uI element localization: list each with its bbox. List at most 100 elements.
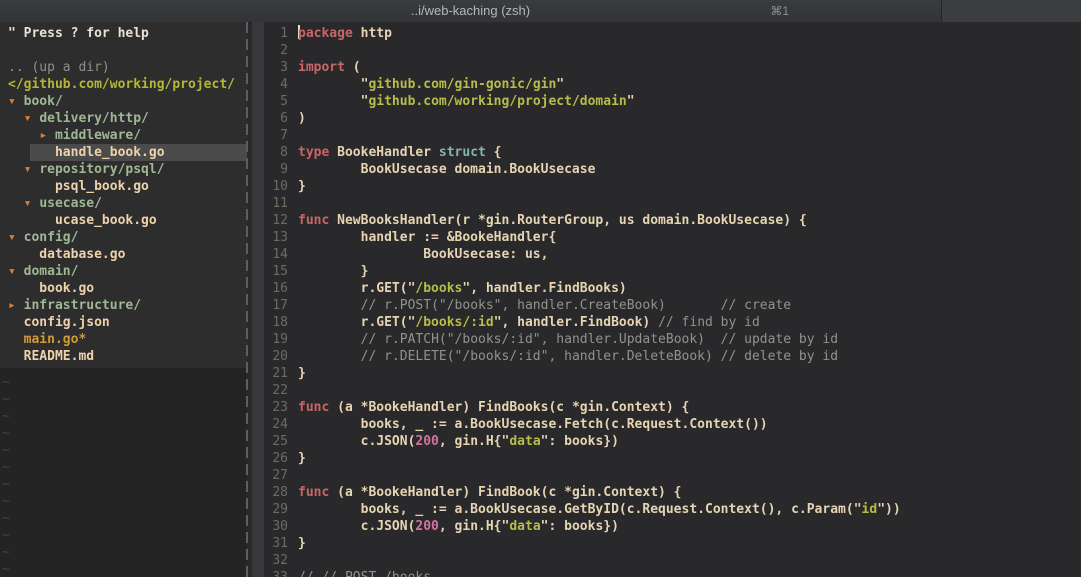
code-line-1[interactable]: 1package http bbox=[264, 25, 1081, 42]
line-number: 24 bbox=[264, 416, 288, 433]
text-segment: (a *BookeHandler) FindBook(c *gin.Contex… bbox=[329, 485, 681, 500]
code-line-11[interactable]: 11 bbox=[264, 195, 1081, 212]
text-segment: " bbox=[298, 94, 368, 109]
dir-delivery-http[interactable]: ▾ delivery/http/ bbox=[0, 110, 247, 127]
text-segment: ucase_book.go bbox=[8, 213, 157, 228]
dir-domain[interactable]: ▾ domain/ bbox=[0, 263, 247, 280]
text-segment: struct bbox=[439, 145, 486, 160]
code-line-9[interactable]: 9 BookUsecase domain.BookUsecase bbox=[264, 161, 1081, 178]
vertical-split-separator bbox=[246, 22, 248, 577]
text-segment: books, _ := a.BookUsecase.GetByID(c.Requ… bbox=[298, 502, 862, 517]
line-number: 27 bbox=[264, 467, 288, 484]
line-number: 28 bbox=[264, 484, 288, 501]
text-segment: main.go* bbox=[8, 332, 86, 347]
file-config-json[interactable]: config.json bbox=[0, 314, 247, 331]
code-line-27[interactable]: 27 bbox=[264, 467, 1081, 484]
text-segment bbox=[298, 298, 361, 313]
dir-middleware[interactable]: ▸ middleware/ bbox=[0, 127, 247, 144]
text-segment: handle_book.go bbox=[8, 145, 165, 160]
code-line-4[interactable]: 4 "github.com/gin-gonic/gin" bbox=[264, 76, 1081, 93]
text-segment bbox=[8, 111, 24, 126]
line-number: 26 bbox=[264, 450, 288, 467]
line-number: 13 bbox=[264, 229, 288, 246]
line-number: 4 bbox=[264, 76, 288, 93]
file-book-go[interactable]: book.go bbox=[0, 280, 247, 297]
file-ucase-book-go[interactable]: ucase_book.go bbox=[0, 212, 247, 229]
code-editor[interactable]: 1package http23import (4 "github.com/gin… bbox=[264, 22, 1081, 577]
code-line-24[interactable]: 24 books, _ := a.BookUsecase.Fetch(c.Req… bbox=[264, 416, 1081, 433]
text-segment: /books bbox=[415, 281, 462, 296]
code-line-14[interactable]: 14 BookUsecase: us, bbox=[264, 246, 1081, 263]
text-segment bbox=[8, 128, 39, 143]
code-line-8[interactable]: 8type BookeHandler struct { bbox=[264, 144, 1081, 161]
terminal-tab[interactable]: ..i/web-kaching (zsh) ⌘1 bbox=[0, 0, 941, 22]
code-line-7[interactable]: 7 bbox=[264, 127, 1081, 144]
file-main-go-modified[interactable]: main.go* bbox=[0, 331, 247, 348]
code-line-5[interactable]: 5 "github.com/working/project/domain" bbox=[264, 93, 1081, 110]
code-line-29[interactable]: 29 books, _ := a.BookUsecase.GetByID(c.R… bbox=[264, 501, 1081, 518]
text-segment: ")) bbox=[877, 502, 900, 517]
line-number: 15 bbox=[264, 263, 288, 280]
line-number: 6 bbox=[264, 110, 288, 127]
text-segment: // r.POST("/books", handler.CreateBook) … bbox=[361, 298, 791, 313]
line-number: 20 bbox=[264, 348, 288, 365]
text-segment: ": books}) bbox=[541, 434, 619, 449]
text-segment: " Press ? for help bbox=[8, 26, 149, 41]
up-a-dir[interactable]: .. (up a dir) bbox=[0, 59, 247, 76]
line-number: 29 bbox=[264, 501, 288, 518]
tree-expand-icon: ▸ bbox=[8, 298, 24, 313]
terminal-window: ..i/web-kaching (zsh) ⌘1 " Press ? for h… bbox=[0, 0, 1081, 577]
code-line-17[interactable]: 17 // r.POST("/books", handler.CreateBoo… bbox=[264, 297, 1081, 314]
code-line-13[interactable]: 13 handler := &BookeHandler{ bbox=[264, 229, 1081, 246]
line-number: 10 bbox=[264, 178, 288, 195]
text-segment: } bbox=[298, 366, 306, 381]
file-handle-book-go[interactable]: handle_book.go bbox=[0, 144, 247, 161]
code-line-3[interactable]: 3import ( bbox=[264, 59, 1081, 76]
code-line-16[interactable]: 16 r.GET("/books", handler.FindBooks) bbox=[264, 280, 1081, 297]
code-line-18[interactable]: 18 r.GET("/books/:id", handler.FindBook)… bbox=[264, 314, 1081, 331]
text-segment: github.com/gin-gonic/gin bbox=[368, 77, 556, 92]
code-line-28[interactable]: 28func (a *BookeHandler) FindBook(c *gin… bbox=[264, 484, 1081, 501]
code-line-19[interactable]: 19 // r.PATCH("/books/:id", handler.Upda… bbox=[264, 331, 1081, 348]
code-line-32[interactable]: 32 bbox=[264, 552, 1081, 569]
file-psql-book-go[interactable]: psql_book.go bbox=[0, 178, 247, 195]
text-segment: type bbox=[298, 145, 329, 160]
line-number: 5 bbox=[264, 93, 288, 110]
code-line-20[interactable]: 20 // r.DELETE("/books/:id", handler.Del… bbox=[264, 348, 1081, 365]
file-tree[interactable]: " Press ? for help .. (up a dir)</github.… bbox=[0, 22, 247, 368]
code-line-33[interactable]: 33// // POST /books bbox=[264, 569, 1081, 577]
tilde-marker: ~ bbox=[0, 561, 247, 577]
code-line-10[interactable]: 10} bbox=[264, 178, 1081, 195]
text-segment: // r.PATCH("/books/:id", handler.UpdateB… bbox=[361, 332, 838, 347]
code-line-26[interactable]: 26} bbox=[264, 450, 1081, 467]
text-segment: c.JSON( bbox=[298, 434, 415, 449]
text-segment bbox=[298, 332, 361, 347]
code-line-30[interactable]: 30 c.JSON(200, gin.H{"data": books}) bbox=[264, 518, 1081, 535]
text-segment: config/ bbox=[24, 230, 79, 245]
text-segment: BookUsecase domain.BookUsecase bbox=[298, 162, 595, 177]
text-segment: repository/psql/ bbox=[39, 162, 164, 177]
dir-book[interactable]: ▾ book/ bbox=[0, 93, 247, 110]
dir-config[interactable]: ▾ config/ bbox=[0, 229, 247, 246]
root-path[interactable]: </github.com/working/project/ bbox=[0, 76, 247, 93]
code-line-15[interactable]: 15 } bbox=[264, 263, 1081, 280]
dir-repository-psql[interactable]: ▾ repository/psql/ bbox=[0, 161, 247, 178]
file-readme-md[interactable]: README.md bbox=[0, 348, 247, 365]
dir-usecase[interactable]: ▾ usecase/ bbox=[0, 195, 247, 212]
text-segment: // r.DELETE("/books/:id", handler.Delete… bbox=[361, 349, 838, 364]
line-number: 7 bbox=[264, 127, 288, 144]
code-line-31[interactable]: 31} bbox=[264, 535, 1081, 552]
tabbar-empty-area bbox=[942, 0, 1081, 22]
dir-infrastructure[interactable]: ▸ infrastructure/ bbox=[0, 297, 247, 314]
line-number: 22 bbox=[264, 382, 288, 399]
text-segment: psql_book.go bbox=[8, 179, 149, 194]
code-line-22[interactable]: 22 bbox=[264, 382, 1081, 399]
code-line-21[interactable]: 21} bbox=[264, 365, 1081, 382]
code-line-23[interactable]: 23func (a *BookeHandler) FindBooks(c *gi… bbox=[264, 399, 1081, 416]
code-line-12[interactable]: 12func NewBooksHandler(r *gin.RouterGrou… bbox=[264, 212, 1081, 229]
code-line-25[interactable]: 25 c.JSON(200, gin.H{"data": books}) bbox=[264, 433, 1081, 450]
code-line-6[interactable]: 6) bbox=[264, 110, 1081, 127]
text-segment bbox=[298, 349, 361, 364]
code-line-2[interactable]: 2 bbox=[264, 42, 1081, 59]
file-database-go[interactable]: database.go bbox=[0, 246, 247, 263]
